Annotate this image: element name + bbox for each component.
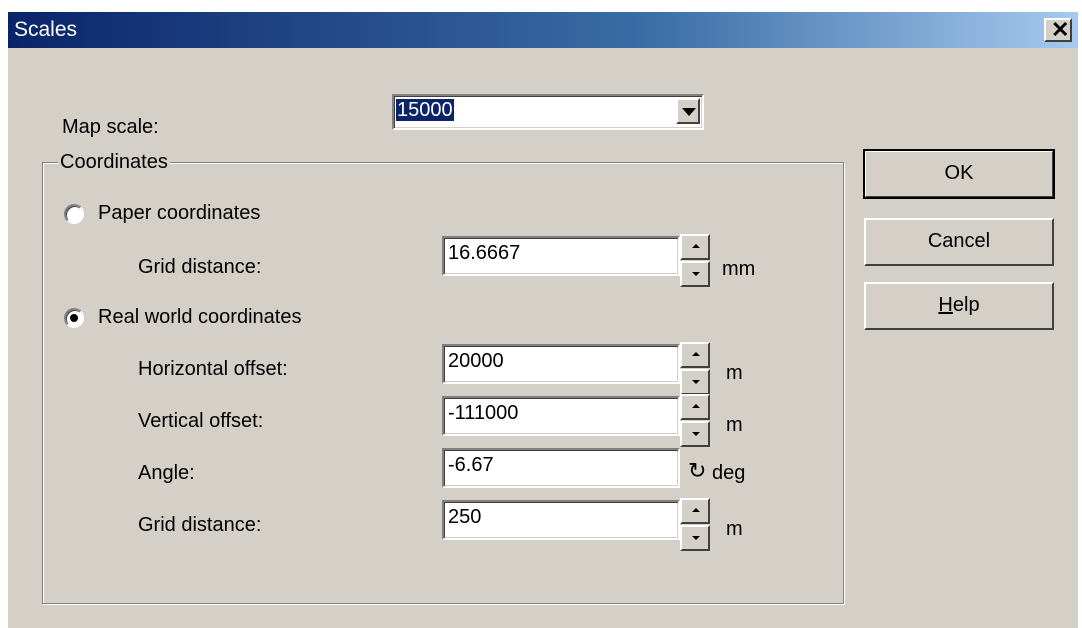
angle-value: -6.67 xyxy=(448,454,494,476)
map-scale-value: 15000 xyxy=(396,99,454,121)
real-grid-distance-unit: m xyxy=(726,518,743,540)
close-icon: ✕ xyxy=(1051,17,1070,42)
map-scale-label: Map scale: xyxy=(62,116,159,138)
spin-up-button[interactable] xyxy=(680,342,710,368)
angle-label: Angle: xyxy=(138,462,195,484)
spin-up-button[interactable] xyxy=(680,234,710,260)
cancel-button[interactable]: Cancel xyxy=(864,218,1054,266)
ok-button[interactable]: OK xyxy=(863,149,1055,199)
vertical-offset-value: -111000 xyxy=(448,402,519,424)
paper-grid-distance-input[interactable]: 16.6667 xyxy=(442,236,680,276)
scales-dialog: Scales ✕ Map scale: 15000 Coordinates Pa… xyxy=(6,10,1078,628)
map-scale-combobox[interactable]: 15000 xyxy=(392,94,704,130)
vertical-offset-input[interactable]: -111000 xyxy=(442,396,680,436)
real-grid-distance-label: Grid distance: xyxy=(138,514,262,536)
paper-grid-distance-label: Grid distance: xyxy=(138,256,262,278)
spin-down-button[interactable] xyxy=(680,525,710,551)
spin-down-button[interactable] xyxy=(680,421,710,447)
title-bar[interactable]: Scales ✕ xyxy=(8,12,1078,48)
horizontal-offset-unit: m xyxy=(726,362,743,384)
spin-up-button[interactable] xyxy=(680,394,710,420)
horizontal-offset-spinner[interactable] xyxy=(680,342,710,396)
real-grid-distance-input[interactable]: 250 xyxy=(442,500,680,540)
paper-coordinates-label[interactable]: Paper coordinates xyxy=(98,202,260,225)
spin-up-icon xyxy=(692,244,700,248)
vertical-offset-unit: m xyxy=(726,414,743,436)
map-scale-dropdown-button[interactable] xyxy=(676,98,700,124)
real-grid-distance-spinner[interactable] xyxy=(680,498,710,552)
real-grid-distance-value: 250 xyxy=(448,506,482,528)
spin-up-button[interactable] xyxy=(680,498,710,524)
window-title: Scales xyxy=(14,18,78,41)
spin-up-icon xyxy=(692,352,700,356)
coordinates-group-title: Coordinates xyxy=(58,151,170,174)
vertical-offset-label: Vertical offset: xyxy=(138,410,264,432)
help-label: elp xyxy=(952,294,980,316)
paper-grid-distance-unit: mm xyxy=(722,258,756,280)
radio-selected-dot xyxy=(70,314,78,322)
spin-down-icon xyxy=(692,432,700,436)
spin-down-button[interactable] xyxy=(680,369,710,395)
paper-coordinates-radio[interactable] xyxy=(64,204,84,224)
paper-grid-distance-spinner[interactable] xyxy=(680,234,710,288)
angle-input[interactable]: -6.67 xyxy=(442,448,680,488)
vertical-offset-spinner[interactable] xyxy=(680,394,710,448)
spin-down-icon xyxy=(692,272,700,276)
horizontal-offset-input[interactable]: 20000 xyxy=(442,344,680,384)
real-world-coordinates-label[interactable]: Real world coordinates xyxy=(98,306,301,329)
spin-down-button[interactable] xyxy=(680,261,710,287)
angle-unit: deg xyxy=(712,462,746,484)
close-button[interactable]: ✕ xyxy=(1044,18,1072,42)
spin-down-icon xyxy=(692,380,700,384)
rotate-icon[interactable]: ↻ xyxy=(688,458,706,484)
spin-up-icon xyxy=(692,404,700,408)
horizontal-offset-value: 20000 xyxy=(448,350,504,372)
spin-up-icon xyxy=(692,508,700,512)
real-world-coordinates-radio[interactable] xyxy=(64,308,84,328)
paper-grid-distance-value: 16.6667 xyxy=(448,242,521,264)
help-accelerator: H xyxy=(938,294,953,316)
chevron-down-icon xyxy=(682,108,696,116)
help-button[interactable]: Help xyxy=(864,282,1054,330)
spin-down-icon xyxy=(692,536,700,540)
horizontal-offset-label: Horizontal offset: xyxy=(138,358,288,380)
